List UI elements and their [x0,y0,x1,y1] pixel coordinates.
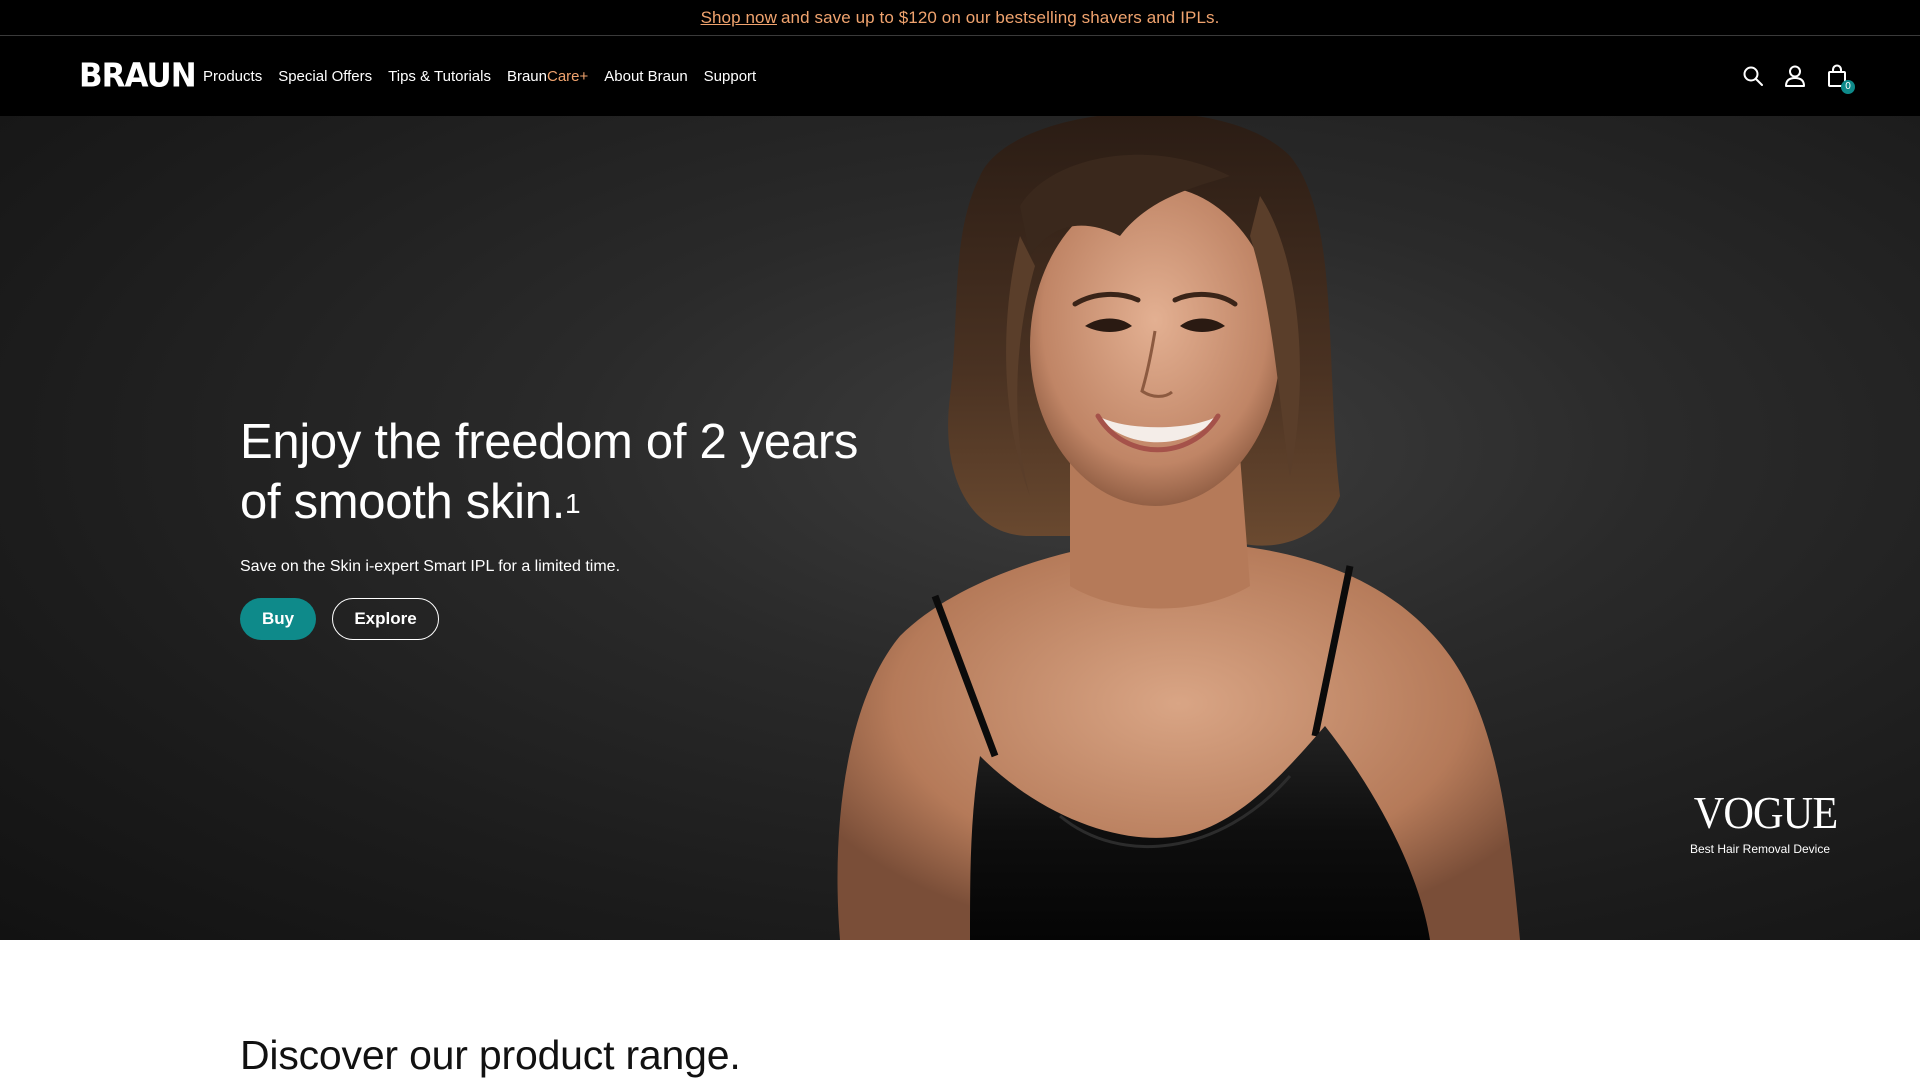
explore-button[interactable]: Explore [332,598,439,640]
hero-text-block: Enjoy the freedom of 2 years of smooth s… [240,412,860,640]
nav-braun-care[interactable]: BraunCare+ [507,68,588,85]
promo-bar: Shop now and save up to $120 on our best… [0,0,1920,36]
hero-title: Enjoy the freedom of 2 years of smooth s… [240,412,860,532]
nav-braun-care-label-a: Braun [506,67,547,85]
cart-count-badge: 0 [1841,80,1855,94]
nav-braun-care-label-b: Care+ [546,67,589,85]
hero-title-footnote: 1 [565,488,581,519]
search-icon[interactable] [1740,63,1766,89]
buy-button[interactable]: Buy [240,598,316,640]
cart-icon[interactable]: 0 [1824,63,1855,94]
hero-banner: Enjoy the freedom of 2 years of smooth s… [0,116,1920,940]
account-icon[interactable] [1782,63,1808,89]
main-nav: Products Special Offers Tips & Tutorials… [203,36,756,116]
hero-title-text: Enjoy the freedom of 2 years of smooth s… [240,415,859,529]
hero-model-image [837,116,1520,940]
nav-support[interactable]: Support [704,68,757,85]
vogue-award: VOGUE Best Hair Removal Device [1688,787,1838,857]
vogue-award-caption: Best Hair Removal Device [1689,842,1831,856]
shop-now-link[interactable]: Shop now [701,8,777,28]
discover-heading: Discover our product range. [240,1032,741,1078]
header-icons: 0 [1740,36,1855,116]
vogue-logo: VOGUE [1693,787,1838,838]
nav-about-braun[interactable]: About Braun [604,68,687,85]
hero-subtitle: Save on the Skin i-expert Smart IPL for … [240,558,621,575]
site-header: BRAUN Products Special Offers Tips & Tut… [0,36,1920,116]
nav-tips-tutorials[interactable]: Tips & Tutorials [388,68,491,85]
nav-products[interactable]: Products [203,68,262,85]
braun-logo[interactable]: BRAUN [79,57,197,95]
hero-buttons: Buy Explore [240,598,860,640]
promo-text: and save up to $120 on our bestselling s… [780,7,1220,27]
nav-special-offers[interactable]: Special Offers [278,68,372,85]
